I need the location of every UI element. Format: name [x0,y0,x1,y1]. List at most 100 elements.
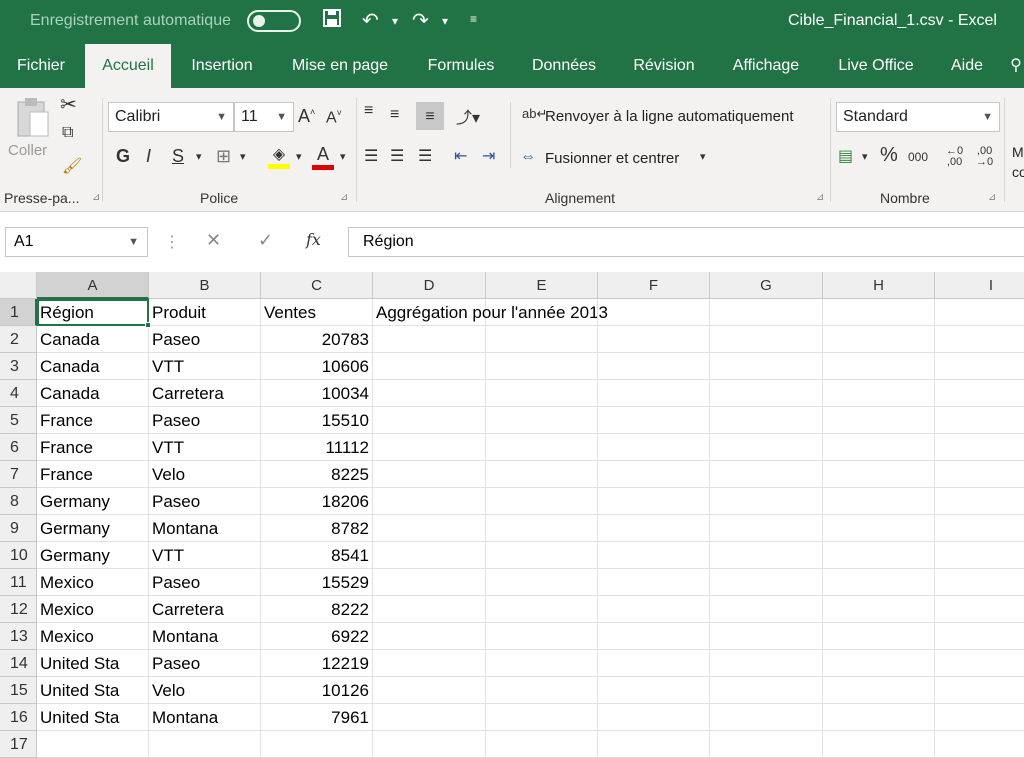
underline-button[interactable]: S [172,146,184,167]
undo-dropdown-icon[interactable]: ▾ [392,14,398,28]
cancel-icon[interactable]: ✕ [206,230,221,251]
grid-cell[interactable]: United Sta [37,677,149,704]
grid-cell[interactable] [598,623,710,650]
grid-cell[interactable] [373,650,486,677]
grid-cell[interactable]: United Sta [37,704,149,731]
grid-cell[interactable]: Paseo [149,407,261,434]
grid-cell[interactable] [486,569,598,596]
search-icon[interactable]: ⚲ [1006,44,1024,88]
tab-formules[interactable]: Formules [418,44,504,88]
grid-cell[interactable]: Velo [149,677,261,704]
increase-indent-icon[interactable]: ⇥ [482,146,495,166]
grid-cell[interactable] [373,461,486,488]
column-header-b[interactable]: B [149,272,261,299]
grid-cell[interactable] [486,326,598,353]
column-header-h[interactable]: H [823,272,935,299]
grid-cell[interactable] [823,488,935,515]
name-box[interactable]: A1 ▼ [5,227,148,257]
grid-cell[interactable] [823,407,935,434]
grid-cell[interactable] [710,650,823,677]
italic-button[interactable]: I [146,146,151,167]
grid-cell[interactable] [486,380,598,407]
font-color-icon[interactable]: A [312,144,334,170]
column-header-i[interactable]: I [935,272,1024,299]
grid-cell[interactable]: 12219 [261,650,373,677]
font-launcher-icon[interactable]: ⊿ [340,192,348,203]
number-format-select[interactable]: Standard ▼ [836,102,1000,132]
font-name-select[interactable]: Calibri ▼ [108,102,234,132]
grid-cell[interactable] [710,488,823,515]
grid-cell[interactable] [935,569,1024,596]
grid-cell[interactable] [935,704,1024,731]
grid-cell[interactable] [823,569,935,596]
grid-cell[interactable] [935,542,1024,569]
row-header[interactable]: 14 [0,650,37,677]
accounting-format-icon[interactable]: ▤ [838,146,853,166]
align-top-icon[interactable]: ≡ [364,102,373,120]
merge-center-button[interactable]: Fusionner et centrer [545,150,679,167]
grid-cell[interactable] [935,380,1024,407]
grid-cell[interactable] [486,434,598,461]
grid-cell[interactable]: 6922 [261,623,373,650]
grid-cell[interactable]: VTT [149,434,261,461]
grid-cell[interactable] [373,380,486,407]
tab-donnees[interactable]: Données [522,44,606,88]
grid-cell[interactable] [935,623,1024,650]
grid-cell[interactable] [823,299,935,326]
grid-cell[interactable]: Germany [37,515,149,542]
grid-cell[interactable]: Aggrégation pour l'année 2013 [373,299,608,326]
grid-cell[interactable]: Montana [149,704,261,731]
row-header[interactable]: 9 [0,515,37,542]
column-header-e[interactable]: E [486,272,598,299]
grid-cell[interactable] [823,434,935,461]
grid-cell[interactable]: Paseo [149,650,261,677]
column-header-d[interactable]: D [373,272,486,299]
insert-function-icon[interactable]: fx [306,230,321,249]
grid-cell[interactable]: Produit [149,299,261,326]
grid-cell[interactable]: Ventes [261,299,373,326]
grid-cell[interactable] [710,299,823,326]
fill-color-icon[interactable]: ◈ [268,144,290,169]
grid-cell[interactable]: 18206 [261,488,373,515]
row-header[interactable]: 7 [0,461,37,488]
grid-cell[interactable]: Germany [37,488,149,515]
grid-cell[interactable] [710,677,823,704]
grid-cell[interactable] [823,326,935,353]
borders-icon[interactable]: ⊞ [216,146,231,167]
grid-cell[interactable]: 11112 [261,434,373,461]
grid-cell[interactable] [373,677,486,704]
redo-icon[interactable]: ↷ [412,8,429,33]
grid-cell[interactable]: Montana [149,623,261,650]
column-header-c[interactable]: C [261,272,373,299]
tab-accueil[interactable]: Accueil [85,44,171,88]
grid-cell[interactable] [261,731,373,758]
tab-mise-en-page[interactable]: Mise en page [280,44,400,88]
grid-cell[interactable]: 10606 [261,353,373,380]
grid-cell[interactable] [373,731,486,758]
grid-cell[interactable] [373,542,486,569]
row-header[interactable]: 16 [0,704,37,731]
grid-cell[interactable] [373,488,486,515]
row-header[interactable]: 13 [0,623,37,650]
grid-cell[interactable] [823,731,935,758]
grid-cell[interactable]: France [37,407,149,434]
grid-cell[interactable]: 8782 [261,515,373,542]
grid-cell[interactable] [710,326,823,353]
grid-cell[interactable] [486,623,598,650]
grid-cell[interactable] [823,515,935,542]
row-header[interactable]: 15 [0,677,37,704]
grid-cell[interactable] [598,542,710,569]
grid-cell[interactable] [935,731,1024,758]
tab-fichier[interactable]: Fichier [6,44,76,88]
increase-decimal-icon[interactable]: ←0,00 [946,146,963,168]
tab-revision[interactable]: Révision [626,44,702,88]
decrease-decimal-icon[interactable]: ,00 →0 [976,146,993,168]
grid-cell[interactable]: 8225 [261,461,373,488]
align-right-icon[interactable]: ☰ [418,146,432,166]
fill-handle[interactable] [145,322,151,328]
grid-cell[interactable]: Carretera [149,596,261,623]
grid-cell[interactable]: 10034 [261,380,373,407]
grid-cell[interactable]: 8541 [261,542,373,569]
column-header-f[interactable]: F [598,272,710,299]
grid-cell[interactable]: France [37,434,149,461]
